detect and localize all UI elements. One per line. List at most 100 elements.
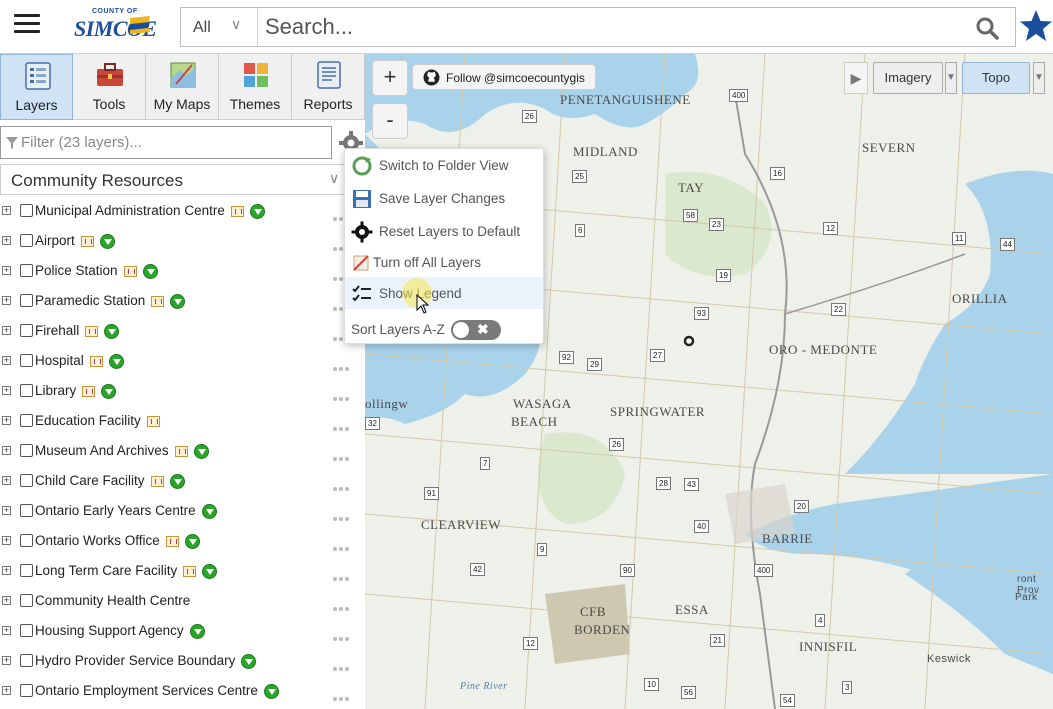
more-options-icon[interactable] — [333, 568, 353, 581]
layer-checkbox[interactable] — [20, 594, 33, 607]
layer-name[interactable]: Airport — [35, 233, 75, 248]
expand-icon[interactable]: + — [2, 566, 11, 575]
layer-row[interactable]: + Paramedic Station — [0, 286, 365, 316]
layer-row[interactable]: + Long Term Care Facility — [0, 556, 365, 586]
legend-book-icon[interactable] — [151, 296, 165, 307]
expand-icon[interactable]: + — [2, 326, 11, 335]
layer-name[interactable]: Ontario Employment Services Centre — [35, 683, 258, 698]
layer-name[interactable]: Ontario Works Office — [35, 533, 160, 548]
more-options-icon[interactable] — [333, 538, 353, 551]
expand-icon[interactable]: + — [2, 536, 11, 545]
layer-checkbox[interactable] — [20, 324, 33, 337]
expand-icon[interactable]: + — [2, 626, 11, 635]
search-scope-select[interactable]: All ∨ — [181, 8, 258, 46]
download-icon[interactable] — [193, 444, 209, 459]
download-icon[interactable] — [202, 564, 218, 579]
layer-row[interactable]: + Ontario Works Office — [0, 526, 365, 556]
tab-layers[interactable]: Layers — [0, 54, 73, 120]
layer-name[interactable]: Child Care Facility — [35, 473, 145, 488]
layer-checkbox[interactable] — [20, 504, 33, 517]
legend-book-icon[interactable] — [89, 356, 103, 367]
download-icon[interactable] — [142, 264, 158, 279]
layer-name[interactable]: Museum And Archives — [35, 443, 169, 458]
layer-checkbox[interactable] — [20, 414, 33, 427]
menu-save-layer-changes[interactable]: Save Layer Changes — [345, 182, 543, 214]
tab-themes[interactable]: Themes — [219, 54, 292, 120]
expand-icon[interactable]: + — [2, 596, 11, 605]
chevron-down-icon[interactable]: ▼ — [1033, 62, 1045, 94]
layer-name[interactable]: Housing Support Agency — [35, 623, 184, 638]
layer-checkbox[interactable] — [20, 564, 33, 577]
layer-name[interactable]: Hospital — [35, 353, 84, 368]
layer-row[interactable]: + Hydro Provider Service Boundary — [0, 646, 365, 676]
download-icon[interactable] — [104, 324, 120, 339]
hamburger-menu-icon[interactable] — [14, 14, 40, 38]
layer-row[interactable]: + Ontario Early Years Centre — [0, 496, 365, 526]
layer-checkbox[interactable] — [20, 264, 33, 277]
legend-book-icon[interactable] — [146, 416, 160, 427]
layer-row[interactable]: + Ontario Employment Services Centre — [0, 676, 365, 706]
download-icon[interactable] — [189, 624, 205, 639]
legend-book-icon[interactable] — [82, 386, 96, 397]
expand-icon[interactable]: + — [2, 416, 11, 425]
county-logo[interactable]: COUNTY OF SIMCOE — [70, 8, 157, 48]
legend-book-icon[interactable] — [165, 536, 179, 547]
layer-name[interactable]: Paramedic Station — [35, 293, 145, 308]
legend-book-icon[interactable] — [150, 476, 164, 487]
tab-tools[interactable]: Tools — [73, 54, 146, 120]
favorites-star-icon[interactable] — [1018, 8, 1053, 44]
layer-checkbox[interactable] — [20, 354, 33, 367]
more-options-icon[interactable] — [333, 628, 353, 641]
layer-checkbox[interactable] — [20, 294, 33, 307]
more-options-icon[interactable] — [333, 658, 353, 671]
layer-row[interactable]: + Library — [0, 376, 365, 406]
basemap-topo-button[interactable]: Topo — [962, 62, 1030, 94]
expand-icon[interactable]: + — [2, 476, 11, 485]
layer-row[interactable]: + Hospital — [0, 346, 365, 376]
layer-row[interactable]: + Firehall — [0, 316, 365, 346]
layer-checkbox[interactable] — [20, 534, 33, 547]
expand-icon[interactable]: + — [2, 296, 11, 305]
layer-row[interactable]: + Museum And Archives — [0, 436, 365, 466]
more-options-icon[interactable] — [333, 358, 353, 371]
layer-checkbox[interactable] — [20, 384, 33, 397]
layer-name[interactable]: Community Health Centre — [35, 593, 190, 608]
menu-turn-off-all-layers[interactable]: Turn off All Layers — [345, 246, 543, 278]
layer-checkbox[interactable] — [20, 684, 33, 697]
more-options-icon[interactable] — [333, 448, 353, 461]
expand-icon[interactable]: + — [2, 446, 11, 455]
download-icon[interactable] — [99, 234, 115, 249]
legend-book-icon[interactable] — [80, 236, 94, 247]
more-options-icon[interactable] — [333, 688, 353, 701]
expand-icon[interactable]: + — [2, 686, 11, 695]
zoom-in-button[interactable]: + — [372, 60, 408, 96]
more-options-icon[interactable] — [333, 478, 353, 491]
more-options-icon[interactable] — [333, 418, 353, 431]
basemap-imagery-button[interactable]: Imagery — [873, 62, 943, 94]
layer-row[interactable]: + Airport — [0, 226, 365, 256]
expand-icon[interactable]: + — [2, 506, 11, 515]
menu-switch-folder-view[interactable]: Switch to Folder View — [345, 149, 543, 181]
legend-book-icon[interactable] — [174, 446, 188, 457]
menu-show-legend[interactable]: Show Legend — [345, 277, 543, 309]
layer-name[interactable]: Police Station — [35, 263, 118, 278]
expand-icon[interactable]: + — [2, 356, 11, 365]
layer-row[interactable]: + Municipal Administration Centre — [0, 196, 365, 226]
search-icon[interactable] — [975, 16, 999, 40]
download-icon[interactable] — [169, 474, 185, 489]
search-input[interactable] — [259, 8, 969, 46]
layer-name[interactable]: Education Facility — [35, 413, 141, 428]
download-icon[interactable] — [263, 684, 279, 699]
zoom-out-button[interactable]: - — [372, 103, 408, 139]
layer-group-select[interactable]: Community Resources ∨ — [0, 164, 350, 195]
download-icon[interactable] — [249, 204, 265, 219]
layer-row[interactable]: + Child Care Facility — [0, 466, 365, 496]
tab-reports[interactable]: Reports — [292, 54, 365, 120]
expand-icon[interactable]: + — [2, 266, 11, 275]
download-icon[interactable] — [241, 654, 257, 669]
legend-book-icon[interactable] — [123, 266, 137, 277]
download-icon[interactable] — [101, 384, 117, 399]
expand-icon[interactable]: + — [2, 206, 11, 215]
filter-input[interactable] — [21, 127, 321, 158]
layer-name[interactable]: Library — [35, 383, 76, 398]
